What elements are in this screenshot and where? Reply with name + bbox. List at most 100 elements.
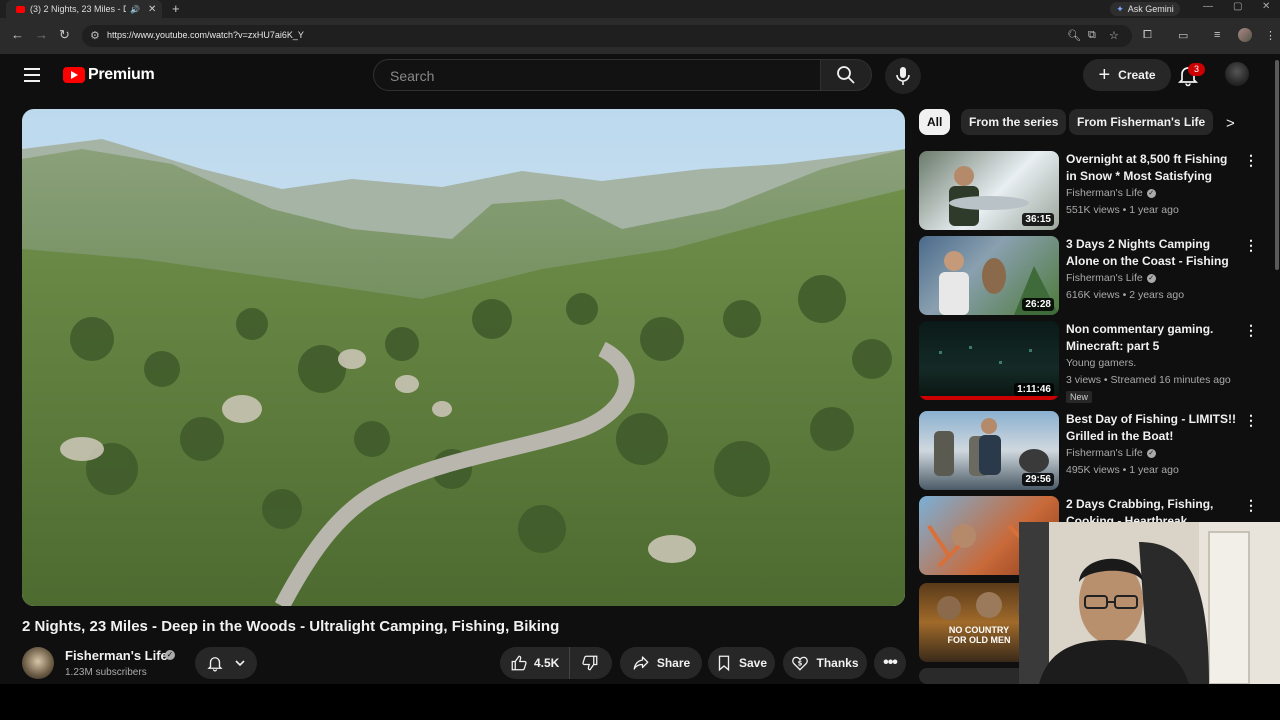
save-button[interactable]: Save [708, 647, 775, 679]
rec-thumbnail[interactable]: 26:28 [919, 236, 1059, 315]
rec-channel[interactable]: Fisherman's Life ✓ [1066, 187, 1156, 199]
share-arrow-icon [633, 656, 649, 670]
thumbnail-poster-text: NO COUNTRY FOR OLD MEN [947, 625, 1011, 645]
close-tab-icon[interactable]: ✕ [148, 4, 156, 15]
notification-count-badge: 3 [1188, 63, 1205, 76]
tab-title: (3) 2 Nights, 23 Miles - Dee [30, 4, 126, 14]
chip-all[interactable]: All [919, 109, 951, 135]
account-avatar[interactable] [1225, 62, 1249, 86]
video-player[interactable] [22, 109, 905, 606]
verified-check-icon: ✓ [165, 650, 175, 660]
more-actions-button[interactable]: ••• [874, 647, 906, 679]
dislike-button[interactable] [570, 654, 599, 672]
forward-arrow-icon[interactable]: → [35, 27, 48, 42]
search-icon [837, 66, 855, 84]
youtube-logo-icon[interactable] [63, 67, 85, 83]
chip-from-the-series[interactable]: From the series [961, 109, 1067, 135]
more-vertical-icon[interactable]: ⋮ [1244, 152, 1258, 169]
bookmark-star-icon[interactable]: ☆ [1109, 29, 1119, 42]
create-label: Create [1118, 68, 1156, 82]
restore-window-icon[interactable]: ▢ [1233, 1, 1242, 12]
media-controls-icon[interactable]: ≡ [1214, 29, 1220, 41]
rec-channel[interactable]: Young gamers. [1066, 357, 1136, 369]
gemini-sparkle-icon: ✦ [1116, 3, 1124, 14]
browser-tab[interactable]: (3) 2 Nights, 23 Miles - Dee 🔊 ✕ [6, 0, 162, 18]
browser-tab-strip: (3) 2 Nights, 23 Miles - Dee 🔊 ✕ + ✦ Ask… [0, 0, 1280, 18]
more-horizontal-icon: ••• [883, 654, 898, 671]
channel-avatar[interactable] [22, 647, 54, 679]
new-tab-button[interactable]: + [172, 1, 180, 16]
rec-title[interactable]: Overnight at 8,500 ft Fishing in Snow * … [1066, 151, 1236, 184]
video-frame-landscape [22, 109, 905, 606]
rec-channel[interactable]: Fisherman's Life ✓ [1066, 272, 1156, 284]
plus-icon: + [1098, 64, 1111, 86]
new-badge: New [1066, 391, 1093, 403]
reload-icon[interactable]: ↻ [59, 27, 70, 43]
rec-meta: 495K views • 1 year ago [1066, 464, 1179, 476]
voice-search-button[interactable] [885, 58, 921, 94]
browser-menu-icon[interactable]: ⋮ [1265, 29, 1276, 42]
verified-check-icon: ✓ [1146, 273, 1156, 283]
bookmark-icon [718, 655, 730, 672]
address-bar[interactable]: ⚙ https://www.youtube.com/watch?v=zxHU7a… [82, 25, 1132, 47]
chevron-down-icon [235, 660, 245, 667]
site-info-icon[interactable]: ⚙ [90, 29, 100, 42]
install-app-icon[interactable]: ⧉ [1088, 29, 1096, 42]
webcam-overlay [1019, 522, 1280, 684]
browser-profile-avatar[interactable] [1238, 28, 1252, 42]
like-dislike-group: 4.5K [500, 647, 612, 679]
cast-icon[interactable]: ▭ [1178, 29, 1188, 42]
rec-title[interactable]: 3 Days 2 Nights Camping Alone on the Coa… [1066, 236, 1236, 269]
video-title: 2 Nights, 23 Miles - Deep in the Woods -… [22, 618, 560, 635]
more-vertical-icon[interactable]: ⋮ [1244, 322, 1258, 339]
chevron-right-icon[interactable]: > [1226, 115, 1235, 132]
verified-check-icon: ✓ [1146, 188, 1156, 198]
more-vertical-icon[interactable]: ⋮ [1244, 497, 1258, 514]
search-input[interactable] [388, 67, 792, 85]
rec-channel[interactable]: Fisherman's Life ✓ [1066, 447, 1156, 459]
create-button[interactable]: + Create [1083, 59, 1171, 91]
zoom-icon[interactable]: 🔍︎ [1067, 29, 1081, 42]
verified-check-icon: ✓ [1146, 448, 1156, 458]
close-window-icon[interactable]: ✕ [1262, 1, 1270, 12]
rec-channel-name: Fisherman's Life [1066, 447, 1143, 459]
search-button[interactable] [820, 59, 872, 91]
rec-channel-name: Fisherman's Life [1066, 272, 1143, 284]
rec-channel-name: Young gamers. [1066, 357, 1137, 369]
ask-gemini-button[interactable]: ✦ Ask Gemini [1110, 2, 1180, 16]
thumbs-up-icon [511, 655, 527, 671]
like-button[interactable]: 4.5K [500, 647, 571, 679]
save-label: Save [738, 656, 768, 670]
page-scrollbar[interactable] [1275, 60, 1279, 270]
minimize-window-icon[interactable]: — [1203, 1, 1213, 12]
video-duration: 1:11:46 [1014, 383, 1054, 396]
more-vertical-icon[interactable]: ⋮ [1244, 412, 1258, 429]
rec-thumbnail[interactable]: 29:56 [919, 411, 1059, 490]
thanks-button[interactable]: $ Thanks [783, 647, 867, 679]
rec-thumbnail[interactable]: 1:11:46 [919, 321, 1059, 400]
chip-from-channel[interactable]: From Fisherman's Life [1069, 109, 1214, 135]
bell-icon [207, 657, 223, 672]
share-label: Share [656, 656, 691, 670]
subscribed-notifications-button[interactable] [195, 647, 257, 679]
more-vertical-icon[interactable]: ⋮ [1244, 237, 1258, 254]
ask-gemini-label: Ask Gemini [1127, 4, 1174, 14]
thumbs-down-icon [582, 655, 598, 671]
rec-thumbnail[interactable]: 36:15 [919, 151, 1059, 230]
rec-title[interactable]: Non commentary gaming. Minecraft: part 5 [1066, 321, 1236, 354]
subscriber-count: 1.23M subscribers [65, 667, 147, 678]
back-arrow-icon[interactable]: ← [11, 27, 24, 42]
youtube-premium-brand[interactable]: Premium [88, 66, 155, 84]
youtube-favicon-icon [16, 5, 25, 13]
rec-meta: 616K views • 2 years ago [1066, 289, 1185, 301]
extensions-icon[interactable]: ⧠ [1143, 29, 1152, 42]
speaker-icon[interactable]: 🔊 [130, 5, 140, 14]
rec-title[interactable]: Best Day of Fishing - LIMITS!! Grilled i… [1066, 411, 1236, 444]
mic-icon [896, 67, 910, 85]
search-box[interactable] [373, 59, 821, 91]
rec-channel-name: Fisherman's Life [1066, 187, 1143, 199]
like-count: 4.5K [534, 656, 560, 670]
channel-name[interactable]: Fisherman's Life [65, 648, 168, 663]
hamburger-icon[interactable] [24, 68, 40, 86]
share-button[interactable]: Share [620, 647, 702, 679]
